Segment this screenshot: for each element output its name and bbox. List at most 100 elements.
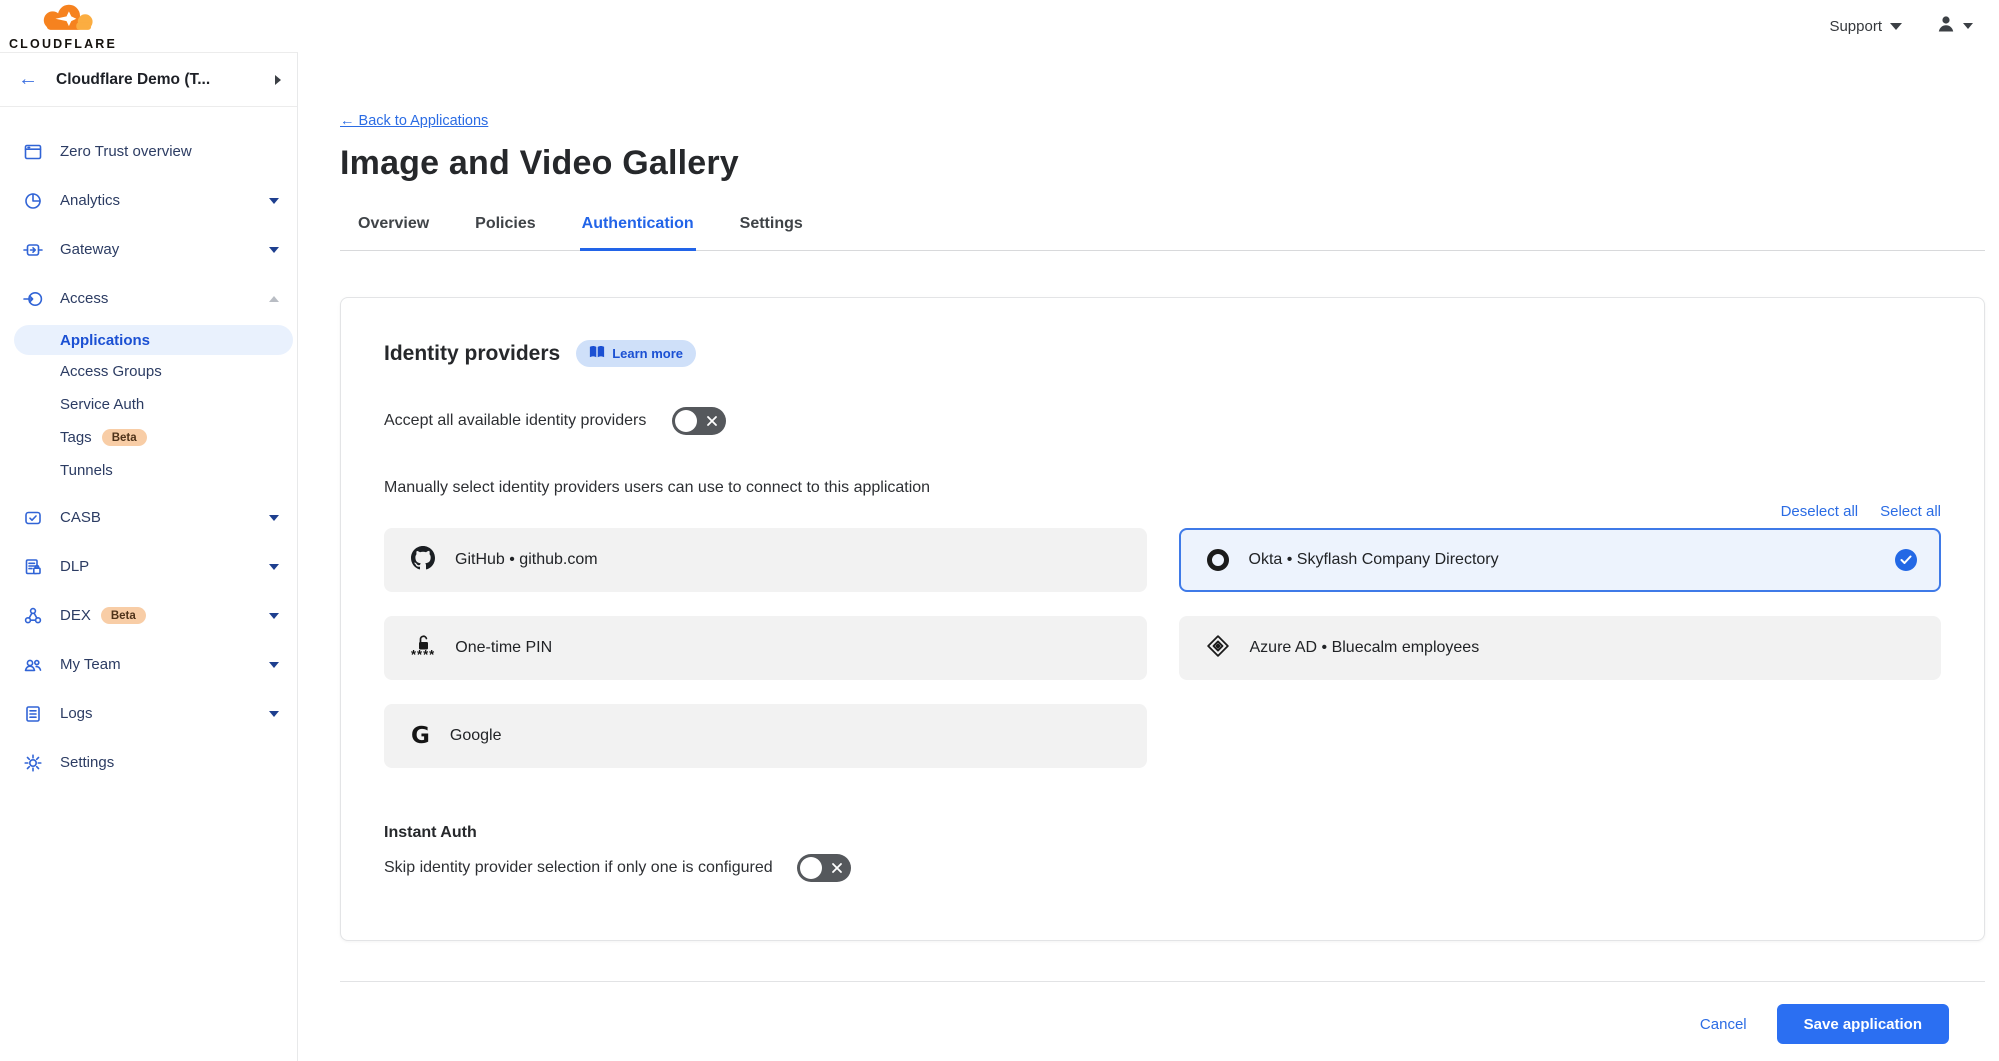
account-name: Cloudflare Demo (T... bbox=[56, 71, 275, 89]
deselect-all-link[interactable]: Deselect all bbox=[1781, 503, 1859, 520]
accept-all-label: Accept all available identity providers bbox=[384, 412, 646, 430]
gateway-icon bbox=[22, 240, 44, 260]
sidebar-item-label: DEX bbox=[60, 607, 91, 624]
user-avatar-icon bbox=[1936, 14, 1956, 39]
footer-divider bbox=[340, 981, 1985, 982]
sidebar-item-label: Zero Trust overview bbox=[60, 143, 279, 160]
sidebar-nav: Zero Trust overview Analytics Gateway bbox=[0, 107, 297, 787]
sidebar-item-tags[interactable]: Tags Beta bbox=[0, 421, 297, 454]
tab-bar: Overview Policies Authentication Setting… bbox=[340, 209, 1985, 251]
provider-name: Okta • Skyflash Company Directory bbox=[1249, 551, 1876, 569]
back-arrow-icon[interactable]: ← bbox=[18, 68, 38, 91]
sidebar-item-label: CASB bbox=[60, 509, 269, 526]
sidebar-item-dlp[interactable]: DLP bbox=[0, 542, 297, 591]
chevron-down-icon[interactable] bbox=[269, 247, 279, 253]
page-title: Image and Video Gallery bbox=[340, 144, 1985, 183]
provider-card-one-time-pin[interactable]: **** One-time PIN bbox=[384, 616, 1147, 680]
grid-spacer bbox=[1179, 704, 1942, 768]
manual-select-text: Manually select identity providers users… bbox=[384, 479, 1941, 497]
cloud-check-icon bbox=[22, 508, 44, 528]
sidebar-item-label: Analytics bbox=[60, 192, 269, 209]
sidebar-item-applications[interactable]: Applications bbox=[14, 325, 293, 355]
provider-card-azure-ad[interactable]: Azure AD • Bluecalm employees bbox=[1179, 616, 1942, 680]
sidebar-item-label: My Team bbox=[60, 656, 269, 673]
accept-all-toggle[interactable] bbox=[672, 407, 726, 435]
chevron-down-icon[interactable] bbox=[269, 564, 279, 570]
top-bar: CLOUDFLARE Support bbox=[0, 0, 1999, 52]
sidebar-item-label: Settings bbox=[60, 754, 279, 771]
pie-chart-icon bbox=[22, 191, 44, 211]
provider-card-okta[interactable]: Okta • Skyflash Company Directory bbox=[1179, 528, 1942, 592]
login-arrow-icon bbox=[22, 289, 44, 309]
chevron-down-icon[interactable] bbox=[269, 613, 279, 619]
chevron-up-icon[interactable] bbox=[269, 296, 279, 302]
sidebar-item-casb[interactable]: CASB bbox=[0, 493, 297, 542]
sidebar-item-label: Applications bbox=[60, 332, 150, 349]
sidebar-item-zero-trust-overview[interactable]: Zero Trust overview bbox=[0, 127, 297, 176]
sidebar-item-label: Access Groups bbox=[60, 363, 162, 380]
back-to-applications-link[interactable]: ← Back to Applications bbox=[340, 113, 488, 129]
provider-name: Google bbox=[450, 727, 1124, 745]
chevron-down-icon[interactable] bbox=[269, 515, 279, 521]
sidebar-item-settings[interactable]: Settings bbox=[0, 738, 297, 787]
sidebar-item-label: Access bbox=[60, 290, 269, 307]
chevron-down-icon bbox=[1963, 23, 1973, 29]
sidebar-item-service-auth[interactable]: Service Auth bbox=[0, 388, 297, 421]
gear-icon bbox=[22, 753, 44, 773]
document-lock-icon bbox=[22, 557, 44, 577]
toggle-off-x-icon bbox=[706, 415, 718, 427]
chevron-down-icon[interactable] bbox=[269, 711, 279, 717]
sidebar-item-dex[interactable]: DEX Beta bbox=[0, 591, 297, 640]
people-icon bbox=[22, 655, 44, 675]
sidebar-item-label: DLP bbox=[60, 558, 269, 575]
sidebar-item-label: Tunnels bbox=[60, 462, 113, 479]
tab-settings[interactable]: Settings bbox=[738, 209, 805, 251]
sidebar-item-gateway[interactable]: Gateway bbox=[0, 225, 297, 274]
sidebar-item-label: Tags bbox=[60, 429, 92, 446]
sidebar-item-my-team[interactable]: My Team bbox=[0, 640, 297, 689]
toggle-knob bbox=[675, 410, 697, 432]
sidebar: ← Cloudflare Demo (T... Zero Trust overv… bbox=[0, 52, 298, 1061]
chevron-down-icon[interactable] bbox=[269, 198, 279, 204]
provider-card-google[interactable]: G Google bbox=[384, 704, 1147, 768]
instant-auth-heading: Instant Auth bbox=[384, 824, 1941, 842]
tab-policies[interactable]: Policies bbox=[473, 209, 537, 251]
toggle-knob bbox=[800, 857, 822, 879]
support-menu[interactable]: Support bbox=[1829, 18, 1902, 35]
sidebar-item-label: Service Auth bbox=[60, 396, 144, 413]
cloudflare-logo[interactable]: CLOUDFLARE bbox=[12, 1, 114, 51]
instant-auth-label: Skip identity provider selection if only… bbox=[384, 859, 773, 877]
card-title: Identity providers bbox=[384, 342, 560, 366]
sidebar-item-access-groups[interactable]: Access Groups bbox=[0, 355, 297, 388]
chevron-down-icon[interactable] bbox=[269, 662, 279, 668]
sidebar-item-access[interactable]: Access bbox=[0, 274, 297, 323]
chevron-right-icon[interactable] bbox=[275, 75, 281, 85]
provider-name: Azure AD • Bluecalm employees bbox=[1250, 639, 1919, 657]
cloudflare-wordmark: CLOUDFLARE bbox=[9, 37, 117, 51]
provider-card-github[interactable]: GitHub • github.com bbox=[384, 528, 1147, 592]
chevron-down-icon bbox=[1890, 23, 1902, 30]
sidebar-item-analytics[interactable]: Analytics bbox=[0, 176, 297, 225]
tab-overview[interactable]: Overview bbox=[356, 209, 431, 251]
okta-icon bbox=[1207, 549, 1229, 571]
selected-check-icon bbox=[1895, 549, 1917, 571]
support-label: Support bbox=[1829, 18, 1882, 35]
identity-providers-card: Identity providers Learn more Accept all… bbox=[340, 297, 1985, 941]
pin-asterisks: **** bbox=[411, 648, 435, 661]
account-menu[interactable] bbox=[1936, 14, 1973, 39]
cancel-button[interactable]: Cancel bbox=[1700, 1016, 1747, 1033]
sidebar-item-logs[interactable]: Logs bbox=[0, 689, 297, 738]
main-content: ← Back to Applications Image and Video G… bbox=[298, 52, 1999, 1061]
provider-name: GitHub • github.com bbox=[455, 551, 1124, 569]
footer-actions: Cancel Save application bbox=[340, 1004, 1985, 1044]
account-switcher[interactable]: ← Cloudflare Demo (T... bbox=[0, 53, 297, 107]
instant-auth-toggle[interactable] bbox=[797, 854, 851, 882]
learn-more-label: Learn more bbox=[612, 346, 683, 361]
book-icon bbox=[589, 345, 605, 362]
tab-authentication[interactable]: Authentication bbox=[580, 209, 696, 251]
sidebar-item-tunnels[interactable]: Tunnels bbox=[0, 454, 297, 487]
one-time-pin-icon: **** bbox=[411, 635, 435, 661]
learn-more-link[interactable]: Learn more bbox=[576, 340, 696, 367]
select-all-link[interactable]: Select all bbox=[1880, 503, 1941, 520]
save-application-button[interactable]: Save application bbox=[1777, 1004, 1949, 1044]
